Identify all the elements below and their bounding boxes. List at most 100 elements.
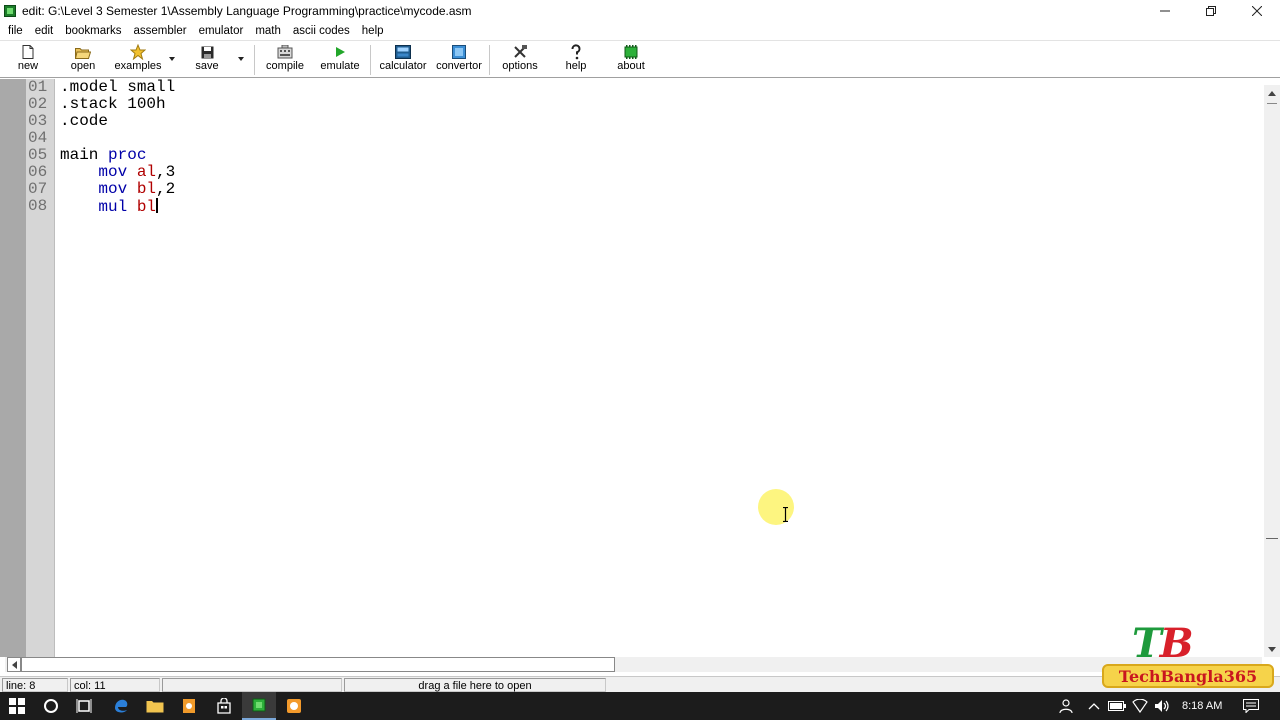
restore-icon xyxy=(1206,6,1216,16)
emu8086-taskbar-button[interactable] xyxy=(242,692,276,720)
vertical-scrollbar[interactable] xyxy=(1264,85,1280,657)
code-token: .code xyxy=(60,112,109,130)
minimize-button[interactable] xyxy=(1142,0,1188,22)
chip-icon xyxy=(623,44,639,60)
folder-open-icon xyxy=(75,44,91,60)
menu-file[interactable]: file xyxy=(2,25,29,37)
windows-logo-icon xyxy=(9,698,25,714)
code-editor[interactable]: .model small .stack 100h .code main proc mo… xyxy=(0,79,1264,657)
menu-edit[interactable]: edit xyxy=(29,25,60,37)
action-center-button[interactable] xyxy=(1234,692,1268,720)
menu-bar: file edit bookmarks assembler emulator m… xyxy=(0,22,1280,40)
recorder-taskbar-button[interactable] xyxy=(277,692,311,720)
emulate-button[interactable]: emulate xyxy=(316,44,364,76)
save-dropdown-icon[interactable] xyxy=(238,57,244,61)
status-col: col: 11 xyxy=(70,678,160,692)
help-button[interactable]: help xyxy=(560,44,592,76)
line-number: 04 xyxy=(28,129,48,147)
menu-bookmarks[interactable]: bookmarks xyxy=(59,25,127,37)
minimize-icon xyxy=(1160,10,1170,12)
code-token: .stack 100h xyxy=(60,95,166,113)
convertor-button[interactable]: convertor xyxy=(432,44,486,76)
compile-button[interactable]: compile xyxy=(262,44,308,76)
code-area[interactable]: .model small .stack 100h .code main proc mo… xyxy=(55,79,1264,657)
chevron-up-icon xyxy=(1088,703,1100,710)
horizontal-scroll-thumb[interactable] xyxy=(21,657,615,672)
code-line[interactable]: .model small xyxy=(60,79,175,96)
menu-help[interactable]: help xyxy=(356,25,390,37)
toolbar-separator xyxy=(254,45,255,75)
restore-button[interactable] xyxy=(1188,0,1234,22)
file-explorer-button[interactable] xyxy=(138,692,172,720)
calculator-icon xyxy=(395,44,411,60)
store-button[interactable] xyxy=(207,692,241,720)
toolbar-separator xyxy=(489,45,490,75)
menu-ascii-codes[interactable]: ascii codes xyxy=(287,25,356,37)
logo-banner: TechBangla365 xyxy=(1102,664,1274,688)
code-line[interactable]: main proc xyxy=(60,147,146,164)
open-button[interactable]: open xyxy=(66,44,100,76)
app-icon xyxy=(4,5,16,17)
task-view-button[interactable] xyxy=(67,692,101,720)
code-token: .model small xyxy=(60,78,176,96)
code-token: mov xyxy=(98,163,128,181)
people-button[interactable] xyxy=(1050,692,1084,720)
ibeam-cursor-icon xyxy=(783,507,788,522)
code-line[interactable]: mov bl,2 xyxy=(60,181,175,198)
start-button[interactable] xyxy=(0,692,34,720)
emu8086-icon xyxy=(252,698,266,712)
horizontal-scrollbar[interactable] xyxy=(5,657,1262,672)
edge-browser-button[interactable] xyxy=(104,692,138,720)
calculator-button[interactable]: calculator xyxy=(376,44,430,76)
watermark-logo: TB TechBangla365 xyxy=(1102,624,1274,692)
code-line[interactable]: mov al,3 xyxy=(60,164,175,181)
compile-icon xyxy=(277,44,293,60)
examples-button[interactable]: examples xyxy=(114,44,162,76)
taskbar-clock[interactable]: 8:18 AM xyxy=(1182,692,1222,720)
folder-icon xyxy=(146,701,164,713)
new-button[interactable]: new xyxy=(14,44,42,76)
code-line[interactable]: mul bl xyxy=(60,198,159,216)
scroll-up-arrow-icon[interactable] xyxy=(1264,85,1280,101)
code-line[interactable]: .stack 100h xyxy=(60,96,166,113)
volume-button[interactable] xyxy=(1148,692,1176,720)
line-number: 05 xyxy=(28,146,48,164)
convertor-icon xyxy=(451,44,467,60)
bookmark-margin[interactable] xyxy=(0,79,26,657)
menu-math[interactable]: math xyxy=(249,25,287,37)
code-token: bl xyxy=(136,198,157,216)
code-token: bl xyxy=(136,180,157,198)
star-icon xyxy=(130,44,146,60)
menu-emulator[interactable]: emulator xyxy=(193,25,250,37)
scroll-left-arrow-icon[interactable] xyxy=(7,657,21,672)
notification-icon xyxy=(1243,699,1259,713)
close-button[interactable] xyxy=(1234,0,1280,22)
status-hint: drag a file here to open xyxy=(344,678,606,692)
code-token: mov xyxy=(98,180,128,198)
cortana-button[interactable] xyxy=(34,692,68,720)
code-token: ,2 xyxy=(156,180,176,198)
status-empty xyxy=(162,678,342,692)
code-token: proc xyxy=(108,146,147,164)
media-player-button[interactable] xyxy=(172,692,206,720)
code-line[interactable]: .code xyxy=(60,113,108,130)
menu-assembler[interactable]: assembler xyxy=(128,25,193,37)
network-icon xyxy=(1132,699,1148,713)
options-button[interactable]: options xyxy=(499,44,541,76)
examples-dropdown-icon[interactable] xyxy=(169,57,175,61)
text-caret xyxy=(156,198,159,213)
taskbar: 8:18 AM xyxy=(0,692,1280,720)
recorder-icon xyxy=(287,699,301,713)
help-icon xyxy=(568,44,584,60)
about-button[interactable]: about xyxy=(612,44,650,76)
cortana-circle-icon xyxy=(44,699,58,713)
window-controls xyxy=(1142,0,1280,22)
shopping-bag-icon xyxy=(217,698,231,714)
scroll-thumb[interactable] xyxy=(1266,538,1278,539)
line-number: 02 xyxy=(28,95,48,113)
save-button[interactable]: save xyxy=(192,44,222,76)
line-number: 03 xyxy=(28,112,48,130)
